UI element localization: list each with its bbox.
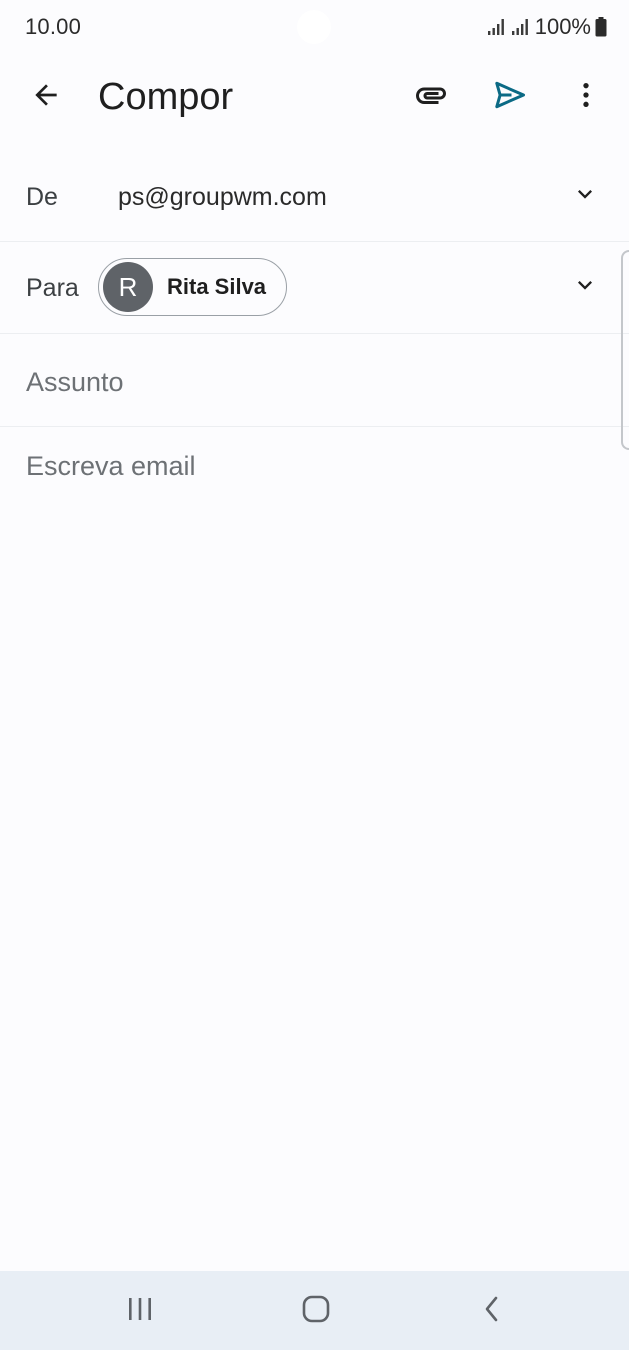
app-toolbar: Compor bbox=[0, 62, 629, 134]
from-row: De ps@groupwm.com bbox=[0, 150, 629, 242]
camera-cutout bbox=[297, 10, 331, 44]
signal-icon bbox=[487, 18, 507, 36]
back-icon bbox=[480, 1294, 504, 1329]
subject-row bbox=[0, 334, 629, 427]
edge-panel-handle[interactable] bbox=[621, 250, 629, 450]
from-address[interactable]: ps@groupwm.com bbox=[118, 183, 327, 212]
nav-back-button[interactable] bbox=[466, 1285, 518, 1337]
compose-screen: 10.00 100% Compor De ps@groupwm.com Para… bbox=[0, 0, 629, 1350]
body-area bbox=[0, 427, 629, 1267]
recipient-name: Rita Silva bbox=[167, 274, 267, 299]
avatar: R bbox=[103, 262, 153, 312]
from-label: De bbox=[26, 183, 58, 211]
page-title: Compor bbox=[98, 76, 234, 118]
more-options-button[interactable] bbox=[562, 73, 610, 121]
more-vert-icon bbox=[570, 79, 602, 116]
recents-button[interactable] bbox=[114, 1285, 166, 1337]
arrow-back-icon bbox=[30, 79, 62, 116]
status-time: 10.00 bbox=[25, 14, 82, 39]
to-row: Para R Rita Silva bbox=[0, 242, 629, 334]
recipient-chip[interactable]: R Rita Silva bbox=[98, 258, 288, 316]
send-icon bbox=[492, 77, 528, 118]
back-button[interactable] bbox=[22, 73, 70, 121]
battery-percent: 100% bbox=[534, 14, 591, 39]
send-button[interactable] bbox=[486, 73, 534, 121]
home-icon bbox=[301, 1294, 331, 1329]
chevron-down-icon bbox=[571, 180, 599, 213]
body-input[interactable] bbox=[26, 451, 596, 1231]
attach-button[interactable] bbox=[407, 73, 455, 121]
from-expand-button[interactable] bbox=[569, 180, 601, 212]
status-bar: 10.00 100% bbox=[0, 0, 629, 52]
recents-icon bbox=[125, 1295, 155, 1328]
signal-icon bbox=[511, 18, 531, 36]
battery-icon bbox=[595, 17, 607, 37]
status-indicators: 100% bbox=[487, 14, 607, 40]
home-button[interactable] bbox=[290, 1285, 342, 1337]
to-label: Para bbox=[26, 274, 79, 302]
paperclip-icon bbox=[413, 77, 449, 118]
subject-input[interactable] bbox=[26, 362, 596, 402]
to-expand-button[interactable] bbox=[569, 271, 601, 303]
system-nav-bar bbox=[0, 1271, 629, 1350]
chevron-down-icon bbox=[571, 271, 599, 304]
